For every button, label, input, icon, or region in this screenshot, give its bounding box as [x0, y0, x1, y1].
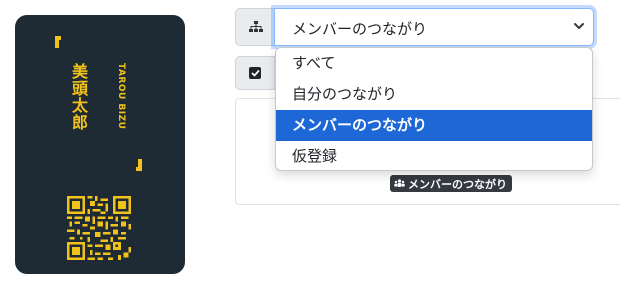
checkbox-checked-icon[interactable] [249, 67, 261, 79]
option-my-connections[interactable]: 自分のつながり [276, 79, 592, 110]
business-card: 美頭太郎 TAROU BIZU [15, 15, 185, 274]
card-name: 美頭太郎 [71, 62, 88, 132]
option-all[interactable]: すべて [276, 48, 592, 79]
corner-bracket-bottom-right-icon [136, 159, 142, 171]
sitemap-icon [248, 21, 263, 32]
corner-bracket-top-left-icon [55, 36, 61, 48]
select-current-value: メンバーのつながり [292, 20, 428, 38]
qr-code-icon [67, 196, 131, 260]
option-provisional[interactable]: 仮登録 [276, 141, 592, 170]
option-member-connections[interactable]: メンバーのつながり [276, 110, 592, 141]
badge-label: メンバーのつながり [408, 177, 507, 191]
users-icon [394, 178, 405, 189]
checkbox-addon[interactable] [235, 56, 275, 90]
card-romaji: TAROU BIZU [116, 63, 126, 130]
select-dropdown-list[interactable]: すべて 自分のつながり メンバーのつながり 仮登録 [275, 47, 593, 171]
connection-type-badge: メンバーのつながり [390, 175, 512, 192]
connection-filter-select[interactable]: メンバーのつながり [274, 8, 594, 46]
sitemap-icon-addon [235, 8, 275, 46]
chevron-down-icon [574, 23, 584, 29]
